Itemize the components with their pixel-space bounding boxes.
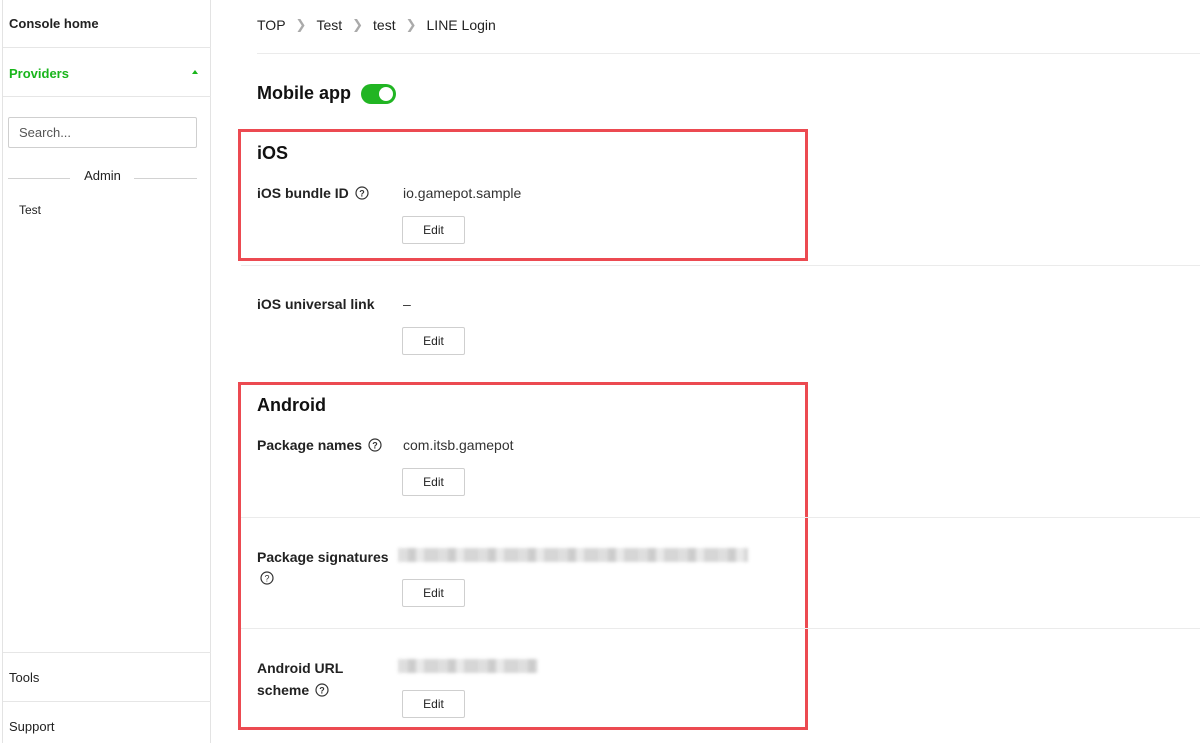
caret-up-icon — [192, 70, 198, 74]
toggle-knob — [379, 87, 393, 101]
breadcrumb: TOP ❯ Test ❯ test ❯ LINE Login — [257, 17, 496, 33]
help-icon[interactable]: ? — [260, 571, 274, 585]
admin-group-label: Admin — [84, 168, 121, 183]
ios-universal-link-value: – — [403, 296, 411, 312]
redacted-package-signature — [398, 548, 748, 562]
sidebar: Console home Providers Admin Test Tools … — [2, 0, 211, 743]
android-url-scheme-label: Android URL scheme? — [257, 657, 343, 701]
chevron-right-icon: ❯ — [352, 17, 364, 32]
ios-section-title: iOS — [257, 143, 289, 163]
mobile-app-title: Mobile app — [257, 83, 351, 103]
svg-text:?: ? — [359, 189, 365, 199]
providers-menu[interactable]: Providers — [3, 48, 211, 97]
edit-package-signatures-button[interactable]: Edit — [402, 579, 465, 607]
tools-link[interactable]: Tools — [3, 652, 211, 702]
android-url-scheme-label-line1: Android URL — [257, 660, 344, 676]
ios-bundle-id-value: io.gamepot.sample — [403, 185, 522, 201]
ios-bundle-id-label-text: iOS bundle ID — [257, 185, 349, 201]
package-signatures-label: Package signatures — [257, 549, 389, 565]
package-names-value: com.itsb.gamepot — [403, 437, 514, 453]
help-icon[interactable]: ? — [355, 186, 369, 200]
svg-text:?: ? — [372, 441, 378, 451]
package-names-label: Package names? — [257, 434, 382, 456]
redacted-android-url-scheme — [398, 659, 538, 673]
breadcrumb-channel[interactable]: test — [373, 17, 396, 33]
row-divider — [241, 265, 1200, 266]
chevron-right-icon: ❯ — [405, 17, 417, 32]
breadcrumb-top[interactable]: TOP — [257, 17, 286, 33]
android-section-title: Android — [257, 395, 326, 415]
android-url-scheme-label-line2: scheme — [257, 682, 310, 698]
svg-text:?: ? — [319, 686, 325, 696]
ios-universal-link-label: iOS universal link — [257, 296, 375, 312]
svg-text:?: ? — [264, 574, 269, 584]
console-home-link[interactable]: Console home — [3, 0, 211, 48]
admin-group-divider: Admin — [8, 168, 197, 184]
sidebar-item-test[interactable]: Test — [19, 203, 41, 217]
providers-label: Providers — [9, 66, 69, 81]
breadcrumb-current: LINE Login — [426, 17, 496, 33]
row-divider — [241, 517, 1200, 518]
ios-bundle-id-label: iOS bundle ID? — [257, 182, 369, 204]
chevron-right-icon: ❯ — [295, 17, 307, 32]
edit-android-url-scheme-button[interactable]: Edit — [402, 690, 465, 718]
mobile-app-toggle[interactable] — [361, 84, 396, 104]
help-icon[interactable]: ? — [368, 438, 382, 452]
help-icon[interactable]: ? — [315, 683, 329, 697]
support-link[interactable]: Support — [3, 702, 211, 743]
edit-ios-universal-link-button[interactable]: Edit — [402, 327, 465, 355]
package-names-label-text: Package names — [257, 437, 363, 453]
edit-package-names-button[interactable]: Edit — [402, 468, 465, 496]
edit-ios-bundle-id-button[interactable]: Edit — [402, 216, 465, 244]
breadcrumb-provider[interactable]: Test — [316, 17, 342, 33]
search-input[interactable] — [8, 117, 197, 148]
breadcrumb-divider — [257, 53, 1200, 54]
row-divider — [241, 628, 1200, 629]
